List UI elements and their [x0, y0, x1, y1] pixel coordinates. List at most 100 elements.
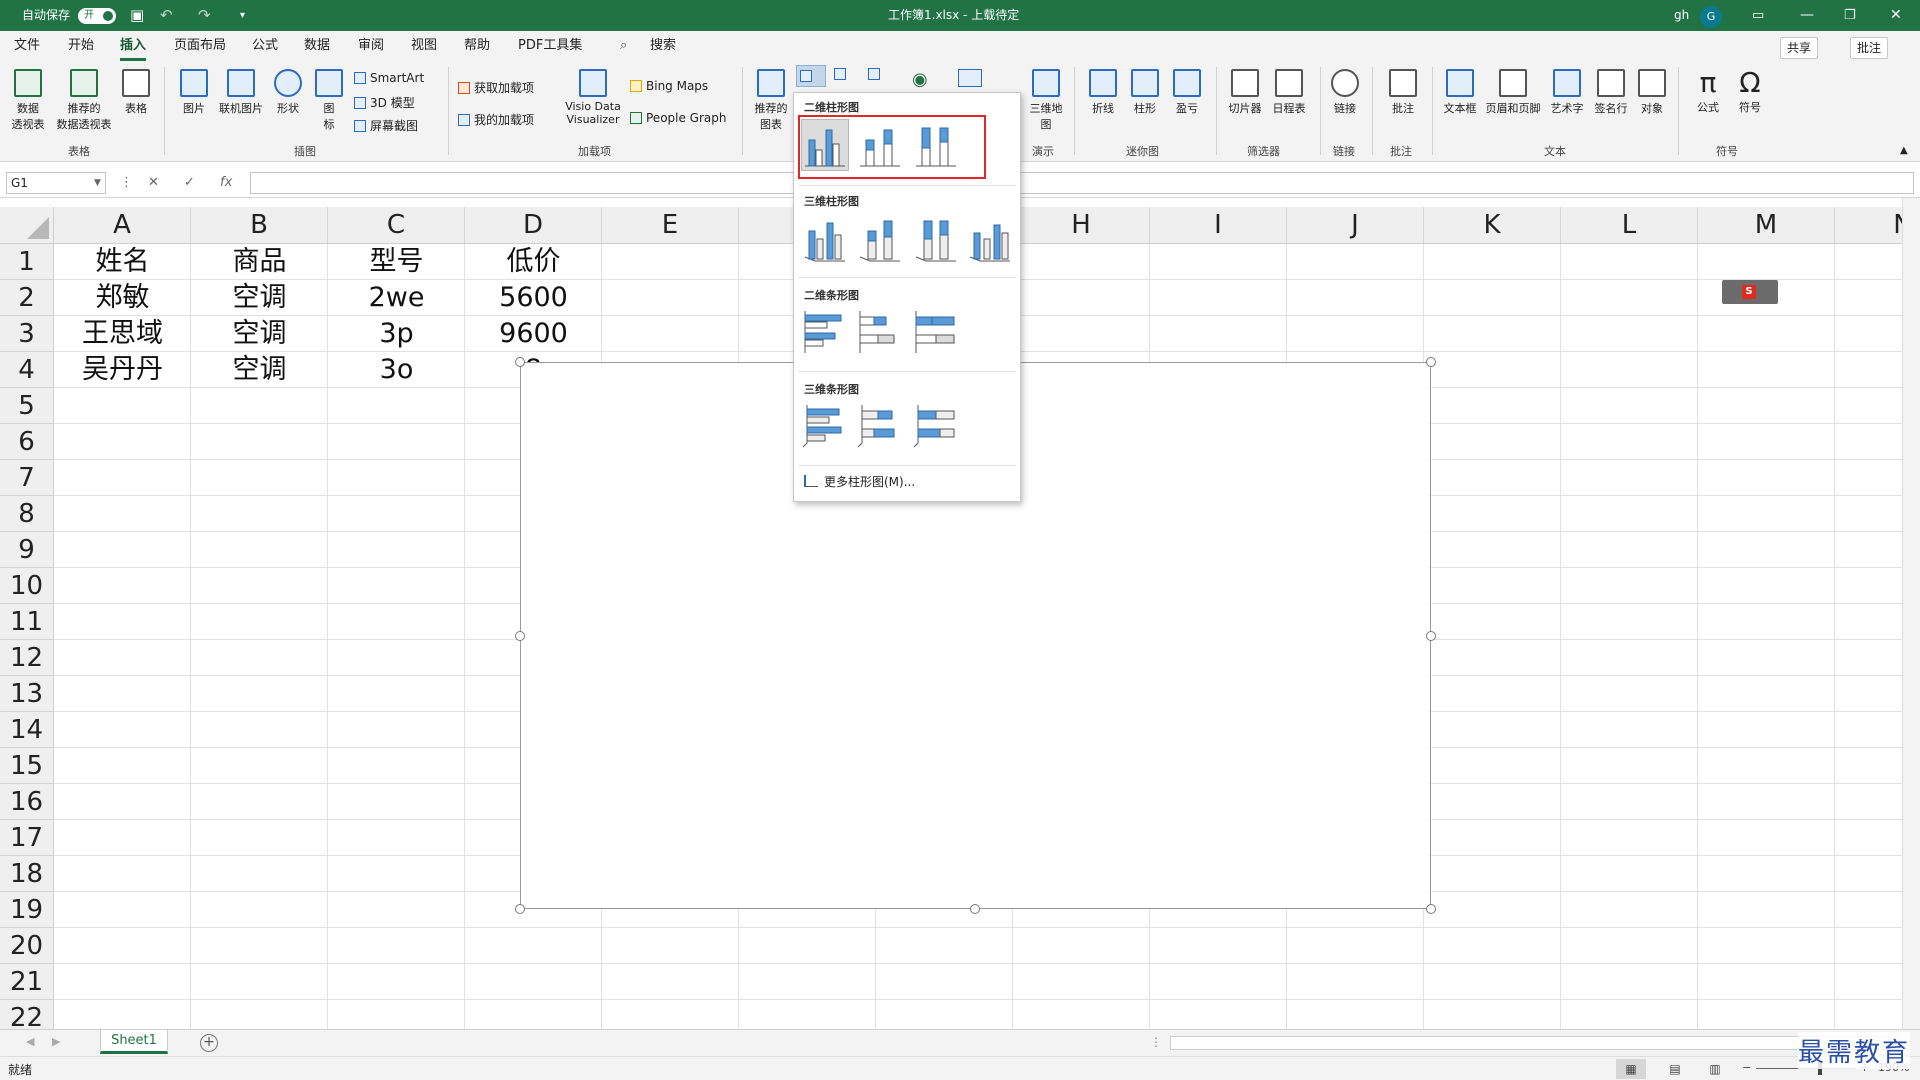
- tab-pdf-tools[interactable]: PDF工具集: [518, 31, 582, 61]
- model3d-button[interactable]: 3D 模型: [354, 94, 415, 111]
- stacked-bar-option[interactable]: [856, 307, 904, 357]
- row-header-13[interactable]: 13: [0, 676, 54, 712]
- column-header-l[interactable]: L: [1561, 207, 1698, 244]
- row-header-21[interactable]: 21: [0, 964, 54, 1000]
- cell-a1[interactable]: 姓名: [54, 244, 191, 280]
- 3d-stacked-column-option[interactable]: [856, 213, 904, 263]
- column-header-j[interactable]: J: [1287, 207, 1424, 244]
- resize-handle-se[interactable]: [1426, 904, 1436, 914]
- add-sheet-button[interactable]: +: [200, 1034, 218, 1052]
- header-footer-button[interactable]: 页眉和页脚: [1482, 69, 1544, 116]
- row-header-19[interactable]: 19: [0, 892, 54, 928]
- avatar[interactable]: G: [1700, 6, 1722, 28]
- share-button[interactable]: 共享: [1780, 37, 1819, 59]
- zoom-out-button[interactable]: −: [1742, 1061, 1751, 1074]
- resize-handle-s[interactable]: [970, 904, 980, 914]
- people-graph-button[interactable]: People Graph: [630, 111, 727, 125]
- name-box-dropdown-icon[interactable]: ▼: [94, 172, 101, 194]
- cell-c3[interactable]: 3p: [328, 316, 465, 352]
- floating-toolbar[interactable]: S: [1722, 280, 1778, 304]
- textbox-button[interactable]: 文本框: [1440, 69, 1480, 116]
- row-header-1[interactable]: 1: [0, 244, 54, 280]
- column-header-b[interactable]: B: [191, 207, 328, 244]
- tab-split-icon[interactable]: ⋮: [1150, 1035, 1162, 1049]
- signature-line-button[interactable]: 签名行: [1590, 69, 1632, 116]
- normal-view-button[interactable]: ▦: [1616, 1059, 1646, 1079]
- cell-d2[interactable]: 5600: [465, 280, 602, 316]
- sparkline-winloss-button[interactable]: 盈亏: [1168, 69, 1206, 116]
- more-column-charts-item[interactable]: 更多柱形图(M)...: [804, 473, 915, 490]
- screenshot-button[interactable]: 屏幕截图: [354, 117, 418, 134]
- row-header-20[interactable]: 20: [0, 928, 54, 964]
- equation-button[interactable]: π 公式: [1688, 67, 1728, 115]
- pivot-chart-button[interactable]: [958, 69, 986, 88]
- column-header-n[interactable]: N: [1835, 207, 1902, 244]
- horizontal-scrollbar[interactable]: [1170, 1036, 1900, 1050]
- resize-handle-nw[interactable]: [515, 357, 525, 367]
- online-picture-button[interactable]: 联机图片: [214, 69, 268, 116]
- row-header-14[interactable]: 14: [0, 712, 54, 748]
- row-header-5[interactable]: 5: [0, 388, 54, 424]
- icons-button[interactable]: 图 标: [312, 69, 346, 132]
- ribbon-display-icon[interactable]: ▭: [1752, 0, 1764, 31]
- row-header-2[interactable]: 2: [0, 280, 54, 316]
- tab-view[interactable]: 视图: [411, 31, 437, 61]
- 100-stacked-bar-option[interactable]: [912, 307, 960, 357]
- smartart-button[interactable]: SmartArt: [354, 71, 424, 85]
- tab-data[interactable]: 数据: [304, 31, 330, 61]
- object-button[interactable]: 对象: [1634, 69, 1670, 116]
- tab-review[interactable]: 审阅: [358, 31, 384, 61]
- cell-a4[interactable]: 吴丹丹: [54, 352, 191, 388]
- row-header-4[interactable]: 4: [0, 352, 54, 388]
- resize-handle-ne[interactable]: [1426, 357, 1436, 367]
- row-header-22[interactable]: 22: [0, 1000, 54, 1029]
- column-header-a[interactable]: A: [54, 207, 191, 244]
- resize-handle-e[interactable]: [1426, 631, 1436, 641]
- row-header-18[interactable]: 18: [0, 856, 54, 892]
- comments-button[interactable]: 批注: [1850, 37, 1889, 59]
- row-header-7[interactable]: 7: [0, 460, 54, 496]
- column-header-h[interactable]: H: [1013, 207, 1150, 244]
- row-header-3[interactable]: 3: [0, 316, 54, 352]
- visio-button[interactable]: Visio Data Visualizer: [562, 69, 624, 126]
- bing-maps-button[interactable]: Bing Maps: [630, 79, 708, 93]
- select-all-corner[interactable]: [0, 207, 54, 244]
- column-header-c[interactable]: C: [328, 207, 465, 244]
- next-sheet-icon[interactable]: ▶: [52, 1035, 60, 1048]
- pivot-table-button[interactable]: 数据 透视表: [8, 69, 48, 132]
- hierarchy-chart-button[interactable]: [834, 67, 850, 81]
- save-icon[interactable]: ▣: [130, 0, 144, 31]
- row-header-16[interactable]: 16: [0, 784, 54, 820]
- waterfall-chart-button[interactable]: [868, 67, 884, 81]
- page-break-view-button[interactable]: ▥: [1700, 1059, 1730, 1079]
- recommended-charts-button[interactable]: 推荐的 图表: [752, 69, 790, 132]
- row-header-9[interactable]: 9: [0, 532, 54, 568]
- column-header-e[interactable]: E: [602, 207, 739, 244]
- cell-a2[interactable]: 郑敏: [54, 280, 191, 316]
- sparkline-line-button[interactable]: 折线: [1084, 69, 1122, 116]
- resize-handle-w[interactable]: [515, 631, 525, 641]
- get-addins-button[interactable]: 获取加载项: [458, 79, 534, 96]
- redo-icon[interactable]: ↷: [198, 0, 211, 31]
- search-icon[interactable]: ⌕: [620, 31, 627, 61]
- cell-c2[interactable]: 2we: [328, 280, 465, 316]
- search-box[interactable]: 搜索: [650, 31, 676, 61]
- minimize-icon[interactable]: —: [1800, 0, 1814, 31]
- name-box[interactable]: G1: [6, 172, 106, 194]
- cell-b1[interactable]: 商品: [191, 244, 328, 280]
- vertical-scrollbar[interactable]: [1902, 198, 1920, 1029]
- wordart-button[interactable]: 艺术字: [1546, 69, 1588, 116]
- cell-c1[interactable]: 型号: [328, 244, 465, 280]
- tab-formulas[interactable]: 公式: [252, 31, 278, 61]
- insert-comment-button[interactable]: 批注: [1384, 69, 1422, 116]
- close-icon[interactable]: ✕: [1890, 0, 1902, 31]
- picture-button[interactable]: 图片: [174, 69, 214, 116]
- 3d-100-stacked-column-option[interactable]: [912, 213, 960, 263]
- row-header-11[interactable]: 11: [0, 604, 54, 640]
- column-header-k[interactable]: K: [1424, 207, 1561, 244]
- slicer-button[interactable]: 切片器: [1224, 69, 1266, 116]
- row-header-17[interactable]: 17: [0, 820, 54, 856]
- cell-d1[interactable]: 低价: [465, 244, 602, 280]
- customize-toolbar-icon[interactable]: ▾: [240, 0, 245, 31]
- autosave-toggle[interactable]: 开: [78, 8, 116, 24]
